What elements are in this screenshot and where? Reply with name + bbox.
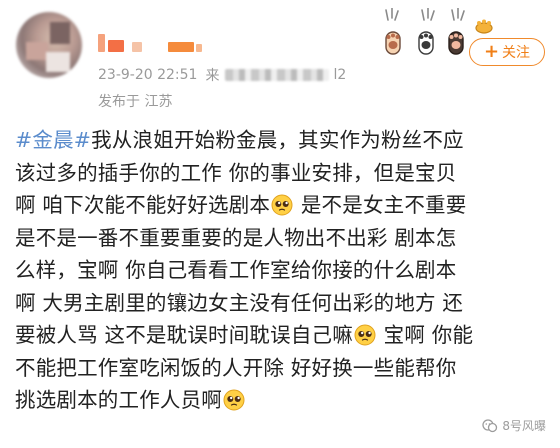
pleading-face-emoji-icon: [223, 389, 245, 411]
username-redacted[interactable]: [98, 34, 208, 54]
pleading-face-emoji-icon: [354, 324, 376, 346]
watermark: 8号风曝: [482, 417, 546, 434]
post-text: 是不是女主不重要: [294, 193, 467, 217]
paw-icon: [445, 26, 467, 56]
post-text: 该过多的插手你的工作 你的事业安排，但是宝贝: [15, 160, 457, 185]
post-line: 挑选剧本的工作人员啊: [15, 384, 545, 417]
post-text: 我从浪姐开始粉金晨，其实作为粉丝不应: [91, 128, 464, 152]
post-text: 是不是一番不重要重要的是人物出不出彩 剧本怎: [15, 225, 457, 250]
post-text: 啊 大男主剧里的镶边女主没有任何出彩的地方 还: [15, 290, 464, 315]
post-source-prefix: 来: [205, 68, 220, 84]
post-meta: 23-9-20 22:51 来 l2: [98, 65, 346, 85]
post-source-suffix: l2: [333, 67, 347, 83]
post-line: #金晨#我从浪姐开始粉金晨，其实作为粉丝不应: [15, 124, 545, 157]
source-redacted: [225, 69, 330, 81]
post-line: 是不是一番不重要重要的是人物出不出彩 剧本怎: [15, 222, 545, 255]
post-text: 挑选剧本的工作人员啊: [15, 388, 222, 412]
follow-button[interactable]: + 关注: [469, 38, 545, 66]
topic-tag[interactable]: #金晨#: [15, 128, 91, 152]
post-text: 不能把工作室吃闲饭的人开除 好好换一些能帮你: [15, 355, 457, 380]
post-text: 要被人骂 这不是耽误时间耽误自己嘛: [15, 323, 353, 347]
post-datetime: 23-9-20 22:51: [98, 67, 198, 83]
paw-icon: [474, 18, 494, 34]
post-text: 啊 咱下次能不能好好选剧本: [15, 193, 271, 217]
post-text: 宝啊 你能: [376, 323, 474, 347]
paw-icon: [415, 26, 437, 56]
post-line: 不能把工作室吃闲饭的人开除 好好换一些能帮你: [15, 352, 545, 385]
sparkle-icon: [451, 8, 465, 21]
post-line: 么样，宝啊 你自己看看工作室给你接的什么剧本: [15, 254, 545, 287]
pleading-face-emoji-icon: [271, 194, 293, 216]
sparkle-icon: [385, 8, 399, 21]
post-line: 该过多的插手你的工作 你的事业安排，但是宝贝: [15, 157, 545, 190]
ip-location: 发布于 江苏: [98, 94, 173, 110]
post-line: 啊 大男主剧里的镶边女主没有任何出彩的地方 还: [15, 287, 545, 320]
post-body: #金晨#我从浪姐开始粉金晨，其实作为粉丝不应 该过多的插手你的工作 你的事业安排…: [15, 124, 545, 417]
avatar[interactable]: [16, 12, 82, 78]
post-line: 啊 咱下次能不能好好选剧本 是不是女主不重要: [15, 189, 545, 222]
wechat-official-account-icon: [482, 418, 498, 432]
weibo-post-card: 23-9-20 22:51 来 l2 发布于 江苏 + 关注 #金晨#我从浪姐开…: [0, 0, 560, 448]
plus-icon: +: [483, 41, 500, 62]
post-text: 么样，宝啊 你自己看看工作室给你接的什么剧本: [15, 258, 457, 282]
paw-icon: [382, 26, 404, 56]
sparkle-icon: [421, 8, 435, 21]
follow-button-label: 关注: [502, 45, 531, 61]
watermark-text: 8号风曝: [502, 419, 546, 433]
post-line: 要被人骂 这不是耽误时间耽误自己嘛 宝啊 你能: [15, 319, 545, 352]
